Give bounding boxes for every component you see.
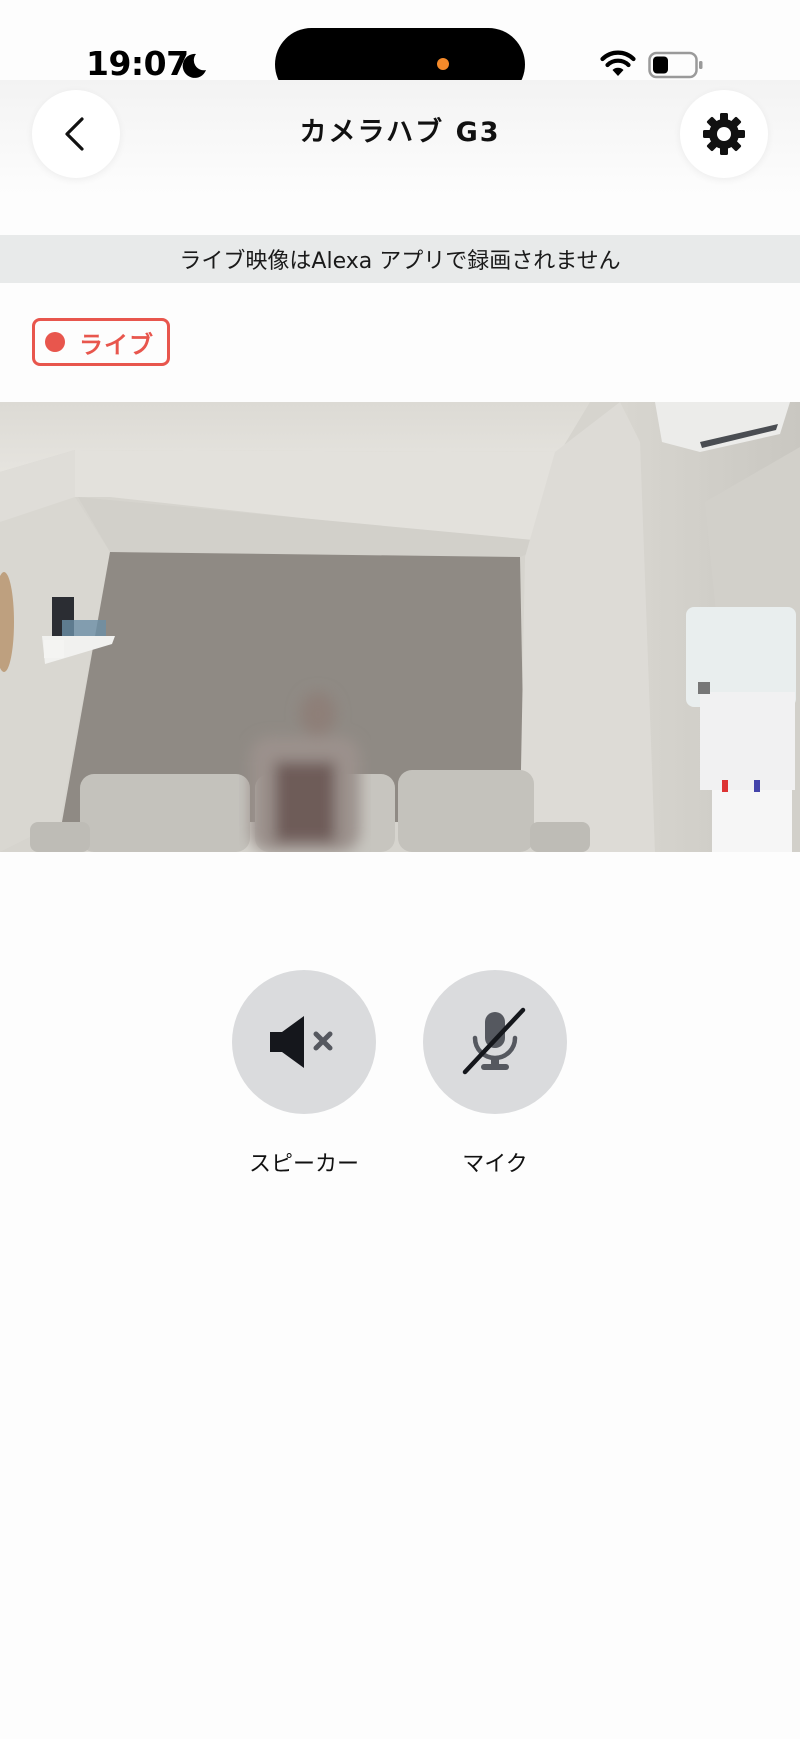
battery-icon: [648, 51, 703, 79]
mic-label: マイク: [462, 1152, 528, 1177]
wifi-icon: [600, 50, 636, 76]
mic-muted-icon: [462, 1007, 526, 1075]
live-video-feed[interactable]: [0, 402, 800, 852]
mic-button[interactable]: [423, 970, 567, 1114]
speaker-label: スピーカー: [248, 1152, 359, 1177]
settings-button[interactable]: [680, 90, 768, 178]
camera-image: [0, 402, 800, 852]
recording-notice-banner: ライブ映像はAlexa アプリで録画されません: [0, 235, 800, 283]
speaker-control: スピーカー: [232, 970, 376, 1178]
live-dot-icon: [45, 332, 65, 352]
mic-control: マイク: [423, 970, 567, 1178]
nav-header: カメラハブ G3: [0, 80, 800, 195]
banner-text: ライブ映像はAlexa アプリで録画されません: [179, 249, 621, 274]
status-time: 19:07: [86, 44, 189, 83]
privacy-indicator-dot: [437, 58, 449, 70]
moon-icon: [182, 53, 206, 78]
live-badge: ライブ: [32, 318, 170, 366]
gear-icon: [703, 113, 745, 155]
live-label: ライブ: [79, 330, 154, 359]
speaker-button[interactable]: [232, 970, 376, 1114]
speaker-muted-icon: [270, 1016, 333, 1068]
